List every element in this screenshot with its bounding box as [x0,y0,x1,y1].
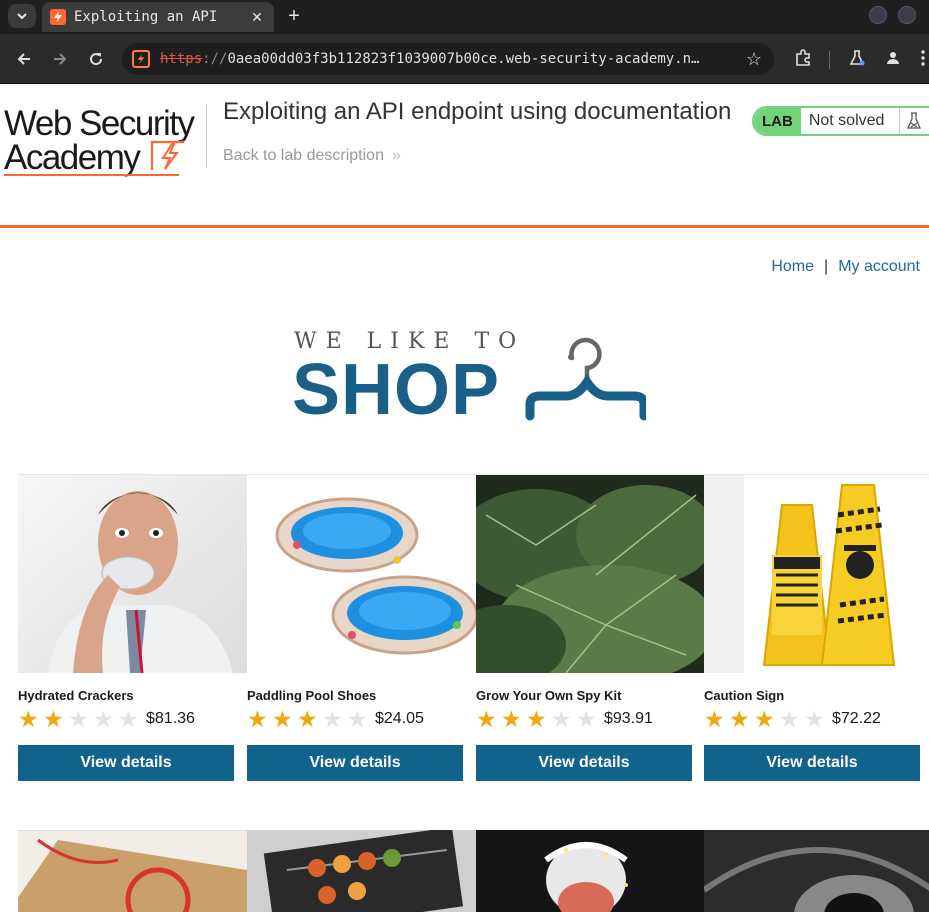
product-image[interactable] [247,475,476,673]
coat-hanger-icon [525,337,646,421]
nav-home-link[interactable]: Home [771,258,814,275]
view-details-button[interactable]: View details [247,745,463,781]
star-filled-icon: ★ [729,706,750,732]
product-image[interactable] [704,475,929,673]
shop-banner: WE LIKE TO SHOP [292,324,652,430]
flask-icon[interactable] [898,108,929,134]
header-orange-divider [0,225,929,228]
extensions-icon[interactable] [792,47,814,69]
product-image[interactable] [18,830,247,912]
product-card: Paddling Pool Shoes ★ ★ ★ ★ ★ $24.05 View de… [247,475,476,795]
product-rating: ★ ★ ★ ★ ★ $93.91 [476,707,653,731]
back-button[interactable] [12,47,36,71]
product-image[interactable] [247,830,476,912]
top-nav: Home | My account [771,258,920,276]
star-filled-icon: ★ [754,706,775,732]
arrow-right-icon [54,53,67,65]
star-empty-icon: ★ [576,706,597,732]
lab-status-text: Not solved [808,112,885,129]
new-tab-button[interactable]: + [284,5,304,27]
arrow-left-icon [17,53,30,65]
star-filled-icon: ★ [18,706,39,732]
product-name: Paddling Pool Shoes [247,688,377,703]
close-icon[interactable]: ✕ [248,9,266,26]
star-filled-icon: ★ [272,706,293,732]
star-filled-icon: ★ [297,706,318,732]
reload-icon [90,53,103,66]
star-filled-icon: ★ [501,706,522,732]
product-image[interactable] [18,475,247,673]
product-image[interactable] [476,830,705,912]
nav-separator: | [824,258,829,275]
window-minimize-button[interactable] [869,6,887,24]
product-price: $72.22 [832,710,881,727]
star-filled-icon: ★ [43,706,64,732]
star-filled-icon: ★ [247,706,268,732]
tab-title: Exploiting an API [74,9,218,25]
nav-my-account-link[interactable]: My account [838,258,920,275]
product-image[interactable] [476,475,705,673]
double-chevron-right-icon: » [391,147,401,164]
browser-toolbar: https://0aea00dd03f3b112823f1039007b00ce… [0,34,929,84]
view-details-button[interactable]: View details [704,745,920,781]
star-filled-icon: ★ [704,706,725,732]
product-name: Hydrated Crackers [18,688,134,703]
product-price: $24.05 [375,710,424,727]
menu-dots-icon[interactable] [912,47,929,69]
bookmark-star-icon[interactable]: ☆ [746,49,762,70]
header-divider [206,104,207,168]
star-empty-icon: ★ [118,706,139,732]
forward-button[interactable] [48,47,72,71]
product-card: Caution Sign ★ ★ ★ ★ ★ $72.22 View details [704,475,929,795]
product-card: Hydrated Crackers ★ ★ ★ ★ ★ $81.36 View deta… [18,475,247,795]
star-empty-icon: ★ [68,706,89,732]
toolbar-divider [829,51,830,69]
lab-header: Web Security Academy Exploiting an API e… [0,84,929,228]
profile-icon[interactable] [882,47,904,69]
logo-text-line2: Academy [4,138,141,177]
back-to-lab-description-link[interactable]: Back to lab description » [223,147,401,165]
star-empty-icon: ★ [551,706,572,732]
view-details-button[interactable]: View details [18,745,234,781]
chevron-down-icon [17,13,27,20]
star-empty-icon: ★ [93,706,114,732]
reload-button[interactable] [84,47,108,71]
product-name: Caution Sign [704,688,785,703]
star-filled-icon: ★ [526,706,547,732]
product-image[interactable] [704,830,929,912]
product-name: Grow Your Own Spy Kit [476,688,622,703]
lightning-icon [50,9,66,25]
star-empty-icon: ★ [804,706,825,732]
product-rating: ★ ★ ★ ★ ★ $81.36 [18,707,195,731]
view-details-button[interactable]: View details [476,745,692,781]
browser-tab-active[interactable]: Exploiting an API ✕ [42,2,274,32]
url-text: https://0aea00dd03f3b112823f1039007b00ce… [160,51,700,67]
window-maximize-button[interactable] [898,6,916,24]
labs-flask-icon[interactable] [846,47,868,69]
star-empty-icon: ★ [322,706,343,732]
product-price: $93.91 [604,710,653,727]
star-empty-icon: ★ [779,706,800,732]
star-empty-icon: ★ [347,706,368,732]
product-rating: ★ ★ ★ ★ ★ $72.22 [704,707,881,731]
lightning-icon [150,140,184,170]
web-security-academy-logo[interactable]: Web Security Academy [4,104,204,177]
lab-title: Exploiting an API endpoint using documen… [223,98,732,125]
site-info-icon[interactable] [132,50,150,68]
lab-status-widget: LAB Not solved [752,106,929,136]
logo-underline [4,174,179,176]
product-card: Grow Your Own Spy Kit ★ ★ ★ ★ ★ $93.91 View … [476,475,705,795]
address-bar[interactable]: https://0aea00dd03f3b112823f1039007b00ce… [122,43,774,75]
product-price: $81.36 [146,710,195,727]
product-rating: ★ ★ ★ ★ ★ $24.05 [247,707,424,731]
lab-status-tag: LAB [754,108,801,134]
star-filled-icon: ★ [476,706,497,732]
banner-title: SHOP [292,350,501,430]
browser-tabstrip: Exploiting an API ✕ + [0,0,929,34]
tab-search-button[interactable] [8,4,36,28]
